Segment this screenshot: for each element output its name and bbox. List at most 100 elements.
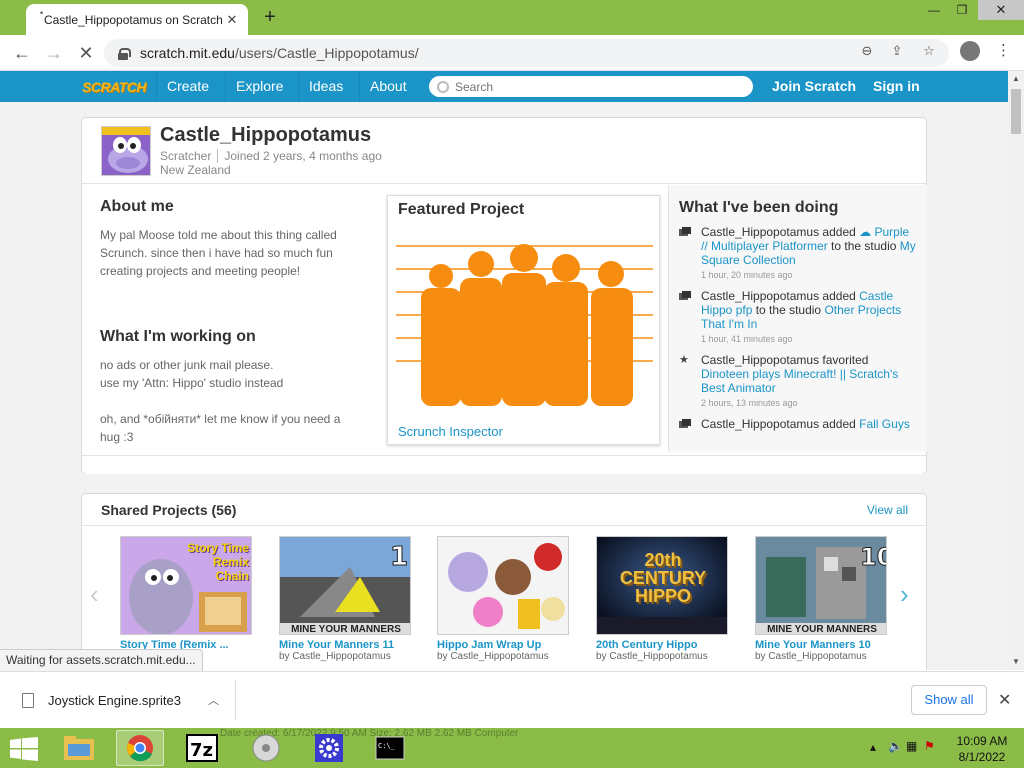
page-scrollbar[interactable]: ▲ ▼ [1008,71,1024,670]
windows-start-icon[interactable] [10,737,38,761]
project-art-text: MINE YOUR MANNERS [291,624,401,635]
view-all-link[interactable]: View all [867,503,908,517]
disc-icon [252,734,280,762]
chrome-taskbar-button[interactable] [116,730,164,766]
lock-icon[interactable] [118,47,131,60]
activity-project-link[interactable]: Fall Guys [859,417,910,431]
project-thumb[interactable]: Story Time Remix Chain Story Time (Remix… [120,536,252,651]
volume-icon[interactable]: 🔈 [888,739,903,753]
windows-taskbar: Date created: 6/17/2022 9:50 AM Size: 2.… [0,728,1024,768]
project-author[interactable]: by Castle_Hippopotamus [279,651,411,662]
gear-icon [315,734,343,762]
scroll-thumb[interactable] [1011,89,1021,134]
window-close-button[interactable]: ✕ [978,0,1024,20]
menu-kebab-icon[interactable]: ⋮ [996,41,1011,59]
loading-icon: • [40,8,44,18]
action-center-icon[interactable]: ⚑ [924,739,935,753]
featured-project-link[interactable]: Scrunch Inspector [398,424,503,439]
download-item[interactable]: Joystick Engine.sprite3 ︿ [12,680,236,720]
carousel-prev-icon[interactable]: ‹ [90,579,99,610]
project-author[interactable]: by Castle_Hippopotamus [755,651,887,662]
bookmark-star-icon[interactable]: ☆ [920,43,938,59]
bio-column: About me My pal Moose told me about this… [100,198,365,446]
project-author[interactable]: by Castle_Hippopotamus [437,651,569,662]
media-taskbar-button[interactable] [242,730,290,766]
search-input[interactable] [455,79,735,94]
project-thumb[interactable]: 20th CENTURY HIPPO 20th Century Hippo by… [596,536,728,662]
activity-heading: What I've been doing [679,199,839,216]
7zip-taskbar-button[interactable]: 7z [178,730,226,766]
nav-explore[interactable]: Explore [225,71,293,102]
activity-item: Castle_Hippopotamus added ☁ Purple // Mu… [679,225,919,282]
project-author[interactable]: by Castle_Hippopotamus [596,651,728,662]
about-me-heading: About me [100,198,174,215]
stop-loading-button[interactable]: ✕ [74,41,98,65]
nav-create[interactable]: Create [156,71,219,102]
project-thumb[interactable]: 11 MINE YOUR MANNERS Mine Your Manners 1… [279,536,411,662]
chevron-up-icon[interactable]: ︿ [208,692,219,708]
carousel-next-icon[interactable]: › [900,579,909,610]
close-tab-icon[interactable]: ✕ [224,12,240,28]
activity-project-link[interactable]: Dinoteen plays Minecraft! || Scratch's B… [701,367,898,395]
new-tab-button[interactable]: + [259,6,281,28]
working-on-text[interactable]: no ads or other junk mail please. use my… [100,356,365,446]
project-title[interactable]: Hippo Jam Wrap Up [437,639,569,651]
project-thumbnail[interactable] [437,536,569,635]
zoom-icon[interactable]: ⊖ [858,43,876,59]
folder-icon [64,736,94,760]
profile-username: Castle_Hippopotamus [160,124,372,146]
sign-in-link[interactable]: Sign in [873,71,920,102]
featured-project-thumbnail[interactable] [396,236,653,406]
user-avatar[interactable] [101,126,151,176]
project-thumb[interactable]: 10 MINE YOUR MANNERS Mine Your Manners 1… [755,536,887,662]
about-me-text[interactable]: My pal Moose told me about this thing ca… [100,226,365,280]
address-bar[interactable]: scratch.mit.edu/users/Castle_Hippopotamu… [104,39,949,67]
tray-chevron-icon[interactable]: ▴ [870,740,876,754]
join-scratch-link[interactable]: Join Scratch [772,71,856,102]
project-art-text: MINE YOUR MANNERS [767,624,877,635]
project-thumbnail[interactable]: 20th CENTURY HIPPO [596,536,728,635]
file-icon [22,692,34,708]
project-thumbnail[interactable]: Story Time Remix Chain [120,536,252,635]
terminal-icon: C:\_ [375,736,405,760]
profile-country: New Zealand [160,163,231,177]
taskbar-clock[interactable]: 10:09 AM 8/1/2022 [952,733,1012,765]
studio-icon [679,419,691,428]
browser-tab[interactable]: • Castle_Hippopotamus on Scratch ✕ [26,4,248,35]
project-title[interactable]: Mine Your Manners 10 [755,639,887,651]
nav-about[interactable]: About [359,71,417,102]
project-thumb[interactable]: Hippo Jam Wrap Up by Castle_Hippopotamus [437,536,569,662]
search-box[interactable] [429,76,753,97]
project-thumbnail[interactable]: 11 MINE YOUR MANNERS [279,536,411,635]
studio-icon [679,291,691,300]
shared-projects-header: Shared Projects (56) View all [82,494,926,526]
profile-footer [82,455,926,474]
file-explorer-taskbar-button[interactable] [55,730,103,766]
featured-project-card: Featured Project Scrunch Inspector [387,195,660,445]
svg-text:7z: 7z [190,740,213,761]
featured-project-heading: Featured Project [398,201,525,218]
activity-item: Castle_Hippopotamus added Castle Hippo p… [679,289,919,346]
scroll-up-icon[interactable]: ▲ [1008,71,1024,87]
settings-taskbar-button[interactable] [305,730,353,766]
project-thumbnail[interactable]: 10 MINE YOUR MANNERS [755,536,887,635]
cmd-taskbar-button[interactable]: C:\_ [366,730,414,766]
activity-column: What I've been doing Castle_Hippopotamus… [668,185,927,452]
show-all-downloads-button[interactable]: Show all [911,685,987,715]
share-icon[interactable]: ⇪ [888,43,906,59]
scroll-down-icon[interactable]: ▼ [1008,654,1024,670]
project-title[interactable]: 20th Century Hippo [596,639,728,651]
minimize-icon[interactable]: — [920,0,948,20]
7zip-icon: 7z [186,734,218,762]
close-icon: ✕ [995,2,1007,17]
profile-header: Castle_Hippopotamus Scratcher Joined 2 ye… [82,118,926,184]
profile-avatar-icon[interactable] [960,41,980,61]
close-download-shelf-icon[interactable]: ✕ [998,690,1011,710]
project-title[interactable]: Mine Your Manners 11 [279,639,411,651]
restore-icon[interactable]: ❐ [948,0,976,20]
scratch-logo[interactable]: SCRATCH [82,76,146,98]
forward-button[interactable]: → [42,41,66,65]
network-icon[interactable]: ▦ [906,739,917,753]
nav-ideas[interactable]: Ideas [298,71,353,102]
back-button[interactable]: ← [10,41,34,65]
